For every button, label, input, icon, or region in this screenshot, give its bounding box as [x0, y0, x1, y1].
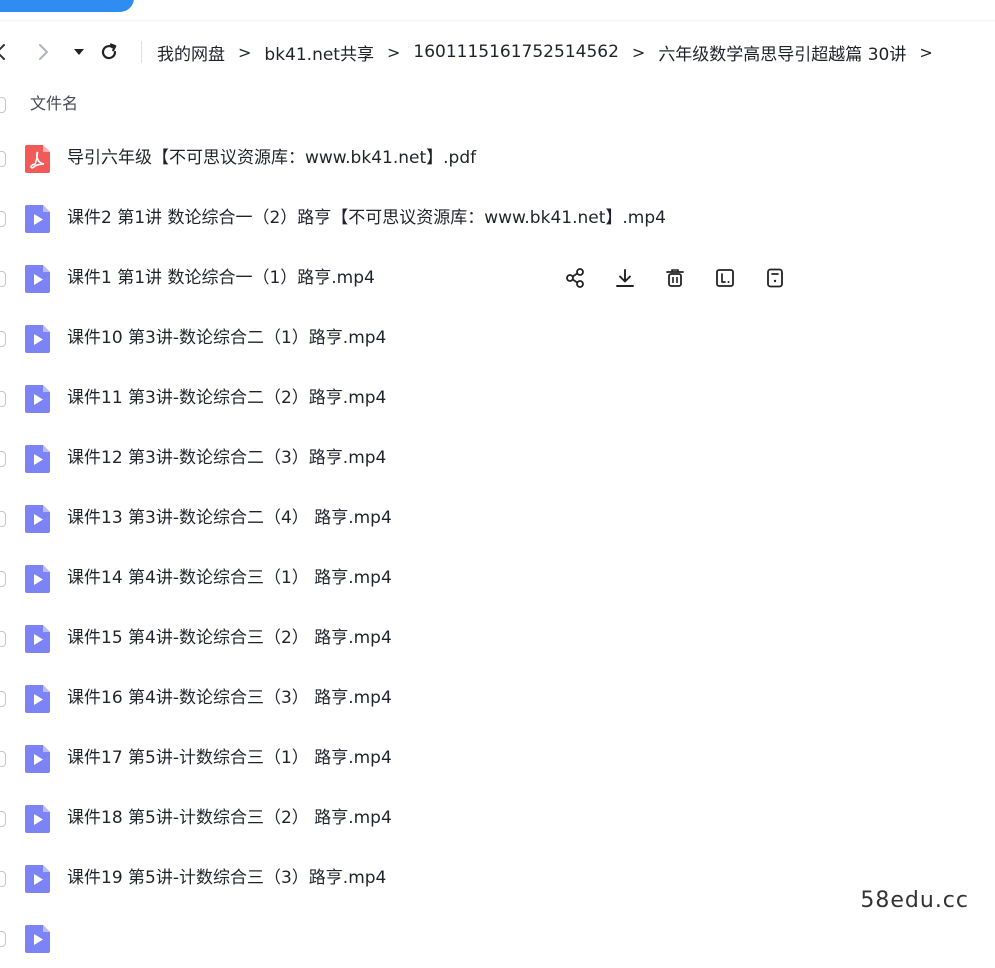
refresh-icon [101, 43, 117, 60]
video-file-icon [25, 625, 50, 653]
row-checkbox[interactable] [0, 931, 6, 947]
breadcrumb-separator: > [919, 42, 933, 62]
row-checkbox[interactable] [0, 811, 6, 827]
rename-button[interactable] [712, 265, 738, 291]
file-name[interactable]: 课件18 第5讲-计数综合三（2） 路亨.mp4 [67, 788, 392, 848]
file-row[interactable]: 课件15 第4讲-数论综合三（2） 路亨.mp4 [0, 608, 995, 668]
breadcrumb-separator: > [386, 42, 401, 62]
video-file-icon [25, 265, 50, 293]
forward-button[interactable] [33, 38, 53, 66]
file-name[interactable]: 课件19 第5讲-计数综合三（3）路亨.mp4 [67, 848, 386, 908]
row-checkbox[interactable] [0, 451, 6, 467]
row-checkbox[interactable] [0, 151, 6, 167]
file-name[interactable]: 课件15 第4讲-数论综合三（2） 路亨.mp4 [67, 608, 392, 668]
file-row[interactable]: 课件1 第1讲 数论综合一（1）路亨.mp4 [0, 248, 995, 308]
row-checkbox[interactable] [0, 511, 6, 527]
file-row[interactable]: 课件12 第3讲-数论综合二（3）路亨.mp4 [0, 428, 995, 488]
video-file-icon [25, 925, 50, 953]
file-name[interactable]: 课件17 第5讲-计数综合三（1） 路亨.mp4 [67, 728, 392, 788]
breadcrumb-item-folder-id[interactable]: 1601115161752514562 [413, 42, 619, 62]
file-row[interactable]: 课件19 第5讲-计数综合三（3）路亨.mp4 [0, 848, 995, 908]
watermark: 58edu.cc [854, 888, 975, 913]
name-column-header[interactable]: 文件名 [30, 92, 78, 116]
caret-down-icon [74, 49, 84, 55]
history-dropdown-button[interactable] [70, 38, 88, 66]
row-checkbox[interactable] [0, 571, 6, 587]
video-file-icon [25, 205, 50, 233]
row-checkbox[interactable] [0, 331, 6, 347]
video-file-icon [25, 565, 50, 593]
video-file-icon [25, 685, 50, 713]
video-file-icon [25, 865, 50, 893]
video-file-icon [25, 325, 50, 353]
file-name[interactable]: 课件13 第3讲-数论综合二（4） 路亨.mp4 [67, 488, 392, 548]
file-row[interactable] [0, 908, 995, 968]
details-icon [764, 267, 786, 289]
file-name[interactable]: 课件12 第3讲-数论综合二（3）路亨.mp4 [67, 428, 386, 488]
breadcrumb-separator: > [631, 42, 646, 62]
download-icon [614, 267, 636, 289]
chevron-right-icon [39, 44, 48, 60]
file-row[interactable]: 课件2 第1讲 数论综合一（2）路亨【不可思议资源库：www.bk41.net】… [0, 188, 995, 248]
row-checkbox[interactable] [0, 631, 6, 647]
file-row[interactable]: 课件14 第4讲-数论综合三（1） 路亨.mp4 [0, 548, 995, 608]
file-name[interactable]: 课件11 第3讲-数论综合二（2）路亨.mp4 [67, 368, 386, 428]
video-file-icon [25, 385, 50, 413]
row-checkbox[interactable] [0, 871, 6, 887]
file-name[interactable]: 课件10 第3讲-数论综合二（1）路亨.mp4 [67, 308, 386, 368]
active-tab-indicator [0, 0, 134, 12]
row-checkbox[interactable] [0, 751, 6, 767]
select-all-checkbox[interactable] [0, 97, 6, 113]
file-name[interactable]: 课件2 第1讲 数论综合一（2）路亨【不可思议资源库：www.bk41.net】… [67, 188, 666, 248]
file-list: 导引六年级【不可思议资源库：www.bk41.net】.pdf 课件2 第1讲 数… [0, 128, 995, 968]
file-name[interactable]: 课件16 第4讲-数论综合三（3） 路亨.mp4 [67, 668, 392, 728]
file-list-header: 文件名 [0, 92, 995, 116]
delete-icon [664, 267, 686, 289]
file-row[interactable]: 课件13 第3讲-数论综合二（4） 路亨.mp4 [0, 488, 995, 548]
breadcrumb-item-current-folder[interactable]: 六年级数学高思导引超越篇 30讲 [658, 40, 906, 65]
file-name[interactable]: 课件14 第4讲-数论综合三（1） 路亨.mp4 [67, 548, 392, 608]
file-row[interactable]: 导引六年级【不可思议资源库：www.bk41.net】.pdf [0, 128, 995, 188]
share-button[interactable] [562, 265, 588, 291]
breadcrumb-item-share[interactable]: bk41.net共享 [264, 40, 374, 65]
video-file-icon [25, 445, 50, 473]
row-checkbox[interactable] [0, 271, 6, 287]
download-button[interactable] [612, 265, 638, 291]
refresh-button[interactable] [97, 38, 121, 66]
back-button[interactable] [0, 38, 10, 66]
pdf-file-icon [25, 145, 50, 173]
video-file-icon [25, 745, 50, 773]
breadcrumb-item-root[interactable]: 我的网盘 [157, 40, 225, 65]
file-row[interactable]: 课件11 第3讲-数论综合二（2）路亨.mp4 [0, 368, 995, 428]
breadcrumb: 我的网盘 > bk41.net共享 > 1601115161752514562 … [157, 38, 946, 66]
row-checkbox[interactable] [0, 391, 6, 407]
navigation-bar: 我的网盘 > bk41.net共享 > 1601115161752514562 … [0, 38, 995, 66]
share-icon [564, 267, 586, 289]
nav-divider [141, 41, 142, 63]
file-name[interactable]: 课件1 第1讲 数论综合一（1）路亨.mp4 [67, 248, 375, 308]
toolbar-divider [0, 20, 995, 22]
video-file-icon [25, 505, 50, 533]
file-row[interactable]: 课件18 第5讲-计数综合三（2） 路亨.mp4 [0, 788, 995, 848]
row-actions [562, 265, 812, 291]
video-file-icon [25, 805, 50, 833]
file-row[interactable]: 课件10 第3讲-数论综合二（1）路亨.mp4 [0, 308, 995, 368]
delete-button[interactable] [662, 265, 688, 291]
row-checkbox[interactable] [0, 211, 6, 227]
breadcrumb-separator: > [238, 42, 252, 62]
file-row[interactable]: 课件17 第5讲-计数综合三（1） 路亨.mp4 [0, 728, 995, 788]
chevron-left-icon [0, 44, 5, 60]
details-button[interactable] [762, 265, 788, 291]
file-row[interactable]: 课件16 第4讲-数论综合三（3） 路亨.mp4 [0, 668, 995, 728]
file-name[interactable]: 导引六年级【不可思议资源库：www.bk41.net】.pdf [67, 128, 476, 188]
rename-icon [714, 267, 736, 289]
row-checkbox[interactable] [0, 691, 6, 707]
